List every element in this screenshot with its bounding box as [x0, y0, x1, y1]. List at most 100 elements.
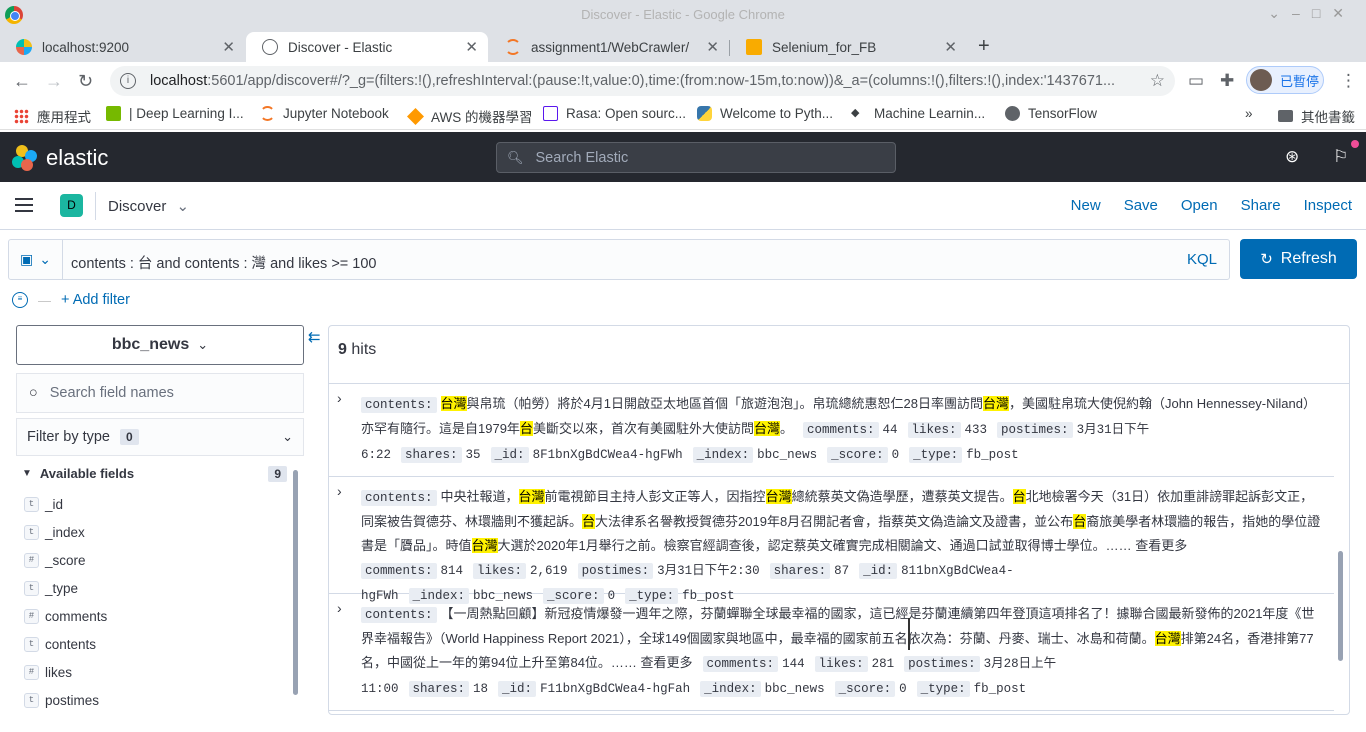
sidebar-scrollbar[interactable]	[293, 470, 298, 695]
field-value-score: 0	[891, 448, 900, 462]
field-key: comments:	[361, 563, 437, 579]
search-highlight: 台灣	[753, 421, 780, 436]
expand-row-icon[interactable]: ›	[337, 483, 342, 499]
hits-count: 9 hits	[338, 341, 377, 358]
search-highlight: 台灣	[440, 396, 467, 411]
text-segment: 前電視節目主持人彭文正等人，因指控	[544, 489, 766, 504]
profile-label: 已暫停	[1280, 73, 1320, 89]
field-value-comments: 814	[440, 564, 464, 578]
share-link[interactable]: Share	[1241, 197, 1281, 214]
filter-options-icon[interactable]: ≡	[12, 292, 28, 308]
expand-row-icon[interactable]: ›	[337, 600, 342, 616]
close-tab-icon[interactable]: ✕	[465, 38, 478, 56]
kql-toggle[interactable]: KQL	[1187, 251, 1217, 268]
new-link[interactable]: New	[1071, 197, 1101, 214]
bookmark-deep-learning[interactable]: | Deep Learning I...	[106, 106, 244, 121]
field-item[interactable]: t postimes	[24, 690, 99, 710]
cast-icon[interactable]: ▭	[1188, 71, 1204, 91]
bookmark-python[interactable]: Welcome to Pyth...	[697, 106, 833, 121]
index-pattern-select[interactable]: bbc_news ⌄	[16, 325, 304, 365]
table-row: › contents: 台灣與帛琉（帕勞）將於4月1日開啟亞太地區首個「旅遊泡泡」。…	[329, 384, 1334, 477]
forward-arrow-icon[interactable]: →	[45, 71, 63, 92]
window-controls[interactable]: ⌄–□✕	[1268, 5, 1356, 22]
text-segment: 總統蔡英文偽造學歷，遭蔡英文提告。	[791, 489, 1013, 504]
expand-row-icon[interactable]: ›	[337, 390, 342, 406]
field-item[interactable]: t _type	[24, 578, 78, 598]
field-key: shares:	[769, 563, 831, 579]
field-item[interactable]: t _index	[24, 522, 85, 542]
extensions-puzzle-icon[interactable]: ✚	[1220, 71, 1234, 91]
breadcrumb[interactable]: Discover ⌄	[108, 197, 189, 215]
bookmark-label: Machine Learnin...	[874, 106, 986, 121]
profile-button[interactable]: 已暫停	[1246, 66, 1324, 94]
field-name: _id	[45, 496, 64, 512]
field-type-token: #	[24, 552, 39, 568]
bookmark-star-icon[interactable]: ☆	[1150, 71, 1165, 91]
collapse-sidebar-icon[interactable]: ⇇	[308, 328, 321, 346]
field-value-id: 8F1bnXgBdCWea4-hgFWh	[532, 448, 683, 462]
field-item[interactable]: t contents	[24, 634, 96, 654]
refresh-icon: ↻	[1260, 251, 1273, 268]
filter-by-type-button[interactable]: Filter by type 0 ⌄	[16, 418, 304, 456]
field-search-placeholder: Search field names	[49, 385, 174, 401]
refresh-button[interactable]: ↻ Refresh	[1240, 239, 1357, 279]
tab-localhost-9200[interactable]: localhost:9200 ✕	[0, 32, 245, 62]
search-highlight: 台灣	[471, 538, 498, 553]
results-scrollbar[interactable]	[1338, 551, 1343, 661]
field-key: postimes:	[904, 656, 980, 672]
search-placeholder: Search Elastic	[535, 149, 629, 166]
text-segment: 中央社報道，	[440, 489, 519, 504]
address-bar[interactable]: i localhost:5601/app/discover#/?_g=(filt…	[110, 66, 1175, 96]
close-tab-icon[interactable]: ✕	[222, 38, 235, 56]
rasa-icon	[543, 106, 558, 121]
available-fields-label: Available fields	[39, 466, 135, 481]
add-filter-link[interactable]: + Add filter	[61, 292, 130, 308]
tab-selenium-fb[interactable]: Selenium_for_FB ✕	[730, 32, 967, 62]
bookmark-label: AWS 的機器學習	[431, 110, 533, 125]
available-fields-toggle[interactable]: ▼ Available fields 9	[22, 465, 287, 482]
field-value-postimes: 3月31日下午2:30	[657, 564, 760, 578]
field-value-shares: 87	[834, 564, 850, 578]
apps-grid-icon	[14, 108, 29, 124]
site-info-icon[interactable]: i	[120, 73, 136, 89]
reload-icon[interactable]: ↻	[78, 71, 93, 92]
brand-name: elastic	[46, 145, 109, 170]
window-titlebar: Discover - Elastic - Google Chrome ⌄–□✕	[0, 0, 1366, 30]
bookmark-tensorflow[interactable]: TensorFlow	[1005, 106, 1097, 121]
refresh-label: Refresh	[1280, 250, 1337, 267]
bookmarks-overflow-icon[interactable]: »	[1245, 106, 1253, 121]
close-tab-icon[interactable]: ✕	[944, 38, 957, 56]
field-item[interactable]: # _score	[24, 550, 86, 570]
back-arrow-icon[interactable]: ←	[13, 71, 31, 92]
news-feed-icon[interactable]: ⚐	[1333, 147, 1348, 167]
more-menu-icon[interactable]: ⋮	[1340, 71, 1357, 91]
bookmark-jupyter[interactable]: Jupyter Notebook	[260, 106, 389, 121]
open-link[interactable]: Open	[1181, 197, 1218, 214]
toolbar: ← → ↻ i localhost:5601/app/discover#/?_g…	[0, 62, 1366, 100]
tab-discover-elastic[interactable]: Discover - Elastic ✕	[246, 32, 488, 62]
field-type-token: t	[24, 496, 39, 512]
field-item[interactable]: t _id	[24, 494, 63, 514]
field-type-token: #	[24, 664, 39, 680]
bookmark-other[interactable]: 其他書籤	[1278, 106, 1355, 126]
field-item[interactable]: # comments	[24, 606, 107, 626]
help-icon[interactable]: ⊛	[1285, 147, 1299, 167]
query-input[interactable]: contents : 台 and contents : 灣 and likes …	[71, 252, 377, 273]
bookmark-ml[interactable]: ◆ Machine Learnin...	[851, 106, 985, 121]
saved-query-button[interactable]: ▣ ⌄	[9, 240, 63, 279]
bookmark-aws[interactable]: AWS 的機器學習	[407, 106, 533, 126]
bookmark-rasa[interactable]: Rasa: Open sourc...	[543, 106, 686, 121]
save-link[interactable]: Save	[1124, 197, 1158, 214]
close-tab-icon[interactable]: ✕	[706, 38, 719, 56]
field-key: contents:	[361, 397, 437, 413]
new-tab-plus-icon[interactable]: +	[978, 35, 990, 58]
hamburger-menu-icon[interactable]	[15, 198, 33, 212]
tab-webcrawler[interactable]: assignment1/WebCrawler/ ✕	[489, 32, 729, 62]
bookmark-apps[interactable]: 應用程式	[14, 106, 91, 126]
field-search-input[interactable]: ○ Search field names	[16, 373, 304, 413]
field-item[interactable]: # likes	[24, 662, 72, 682]
inspect-link[interactable]: Inspect	[1304, 197, 1352, 214]
global-search-input[interactable]: 🔍︎ Search Elastic	[496, 142, 896, 173]
elastic-logo[interactable]: elastic	[12, 145, 108, 171]
url-path: :5601/app/discover#/?_g=(filters:!(),ref…	[207, 73, 1116, 89]
